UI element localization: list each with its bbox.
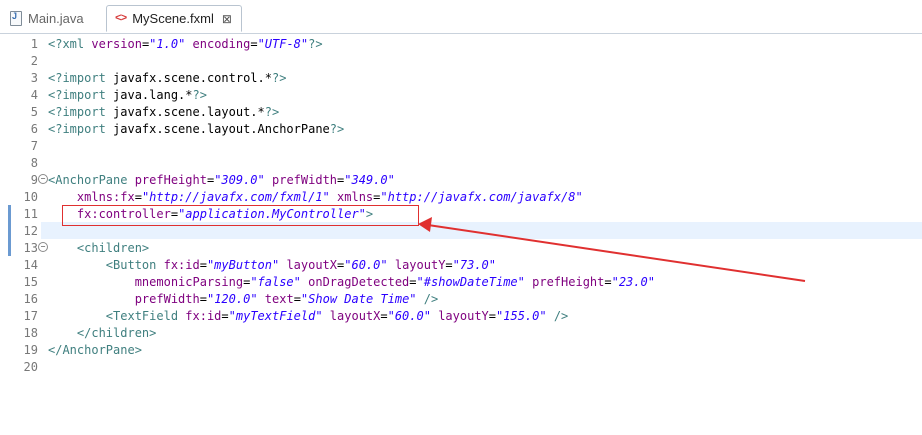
annotation-arrow [418,217,806,282]
